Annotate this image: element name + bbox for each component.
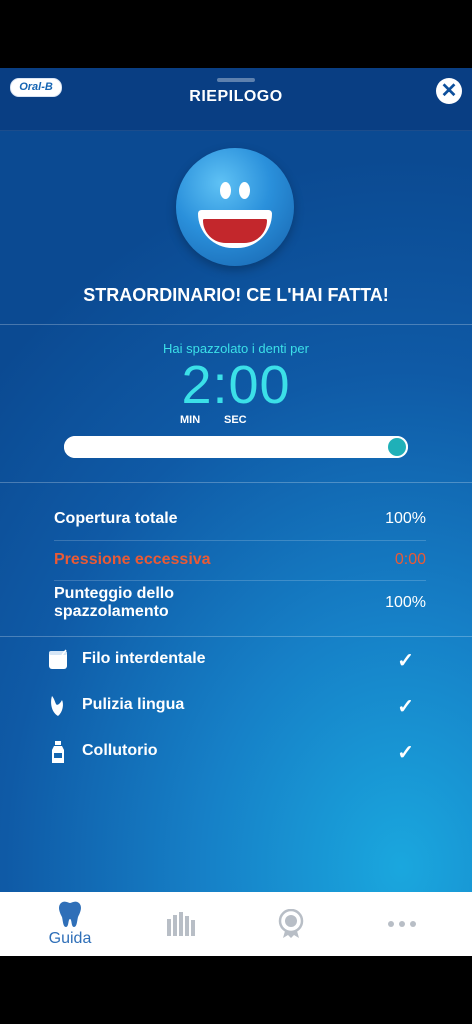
- tab-guida[interactable]: Guida: [11, 892, 129, 956]
- smiley-face-icon: [176, 148, 294, 266]
- stat-value: 100%: [385, 594, 426, 611]
- tab-achievements[interactable]: [232, 892, 350, 956]
- seconds-unit-label: SEC: [224, 414, 247, 426]
- close-button[interactable]: ✕: [436, 78, 462, 104]
- progress-fill: [64, 436, 408, 458]
- stat-label: Copertura totale: [54, 510, 178, 527]
- tongue-icon: [51, 696, 63, 716]
- divider: [54, 580, 426, 581]
- header: Oral-B RIEPILOGO ✕: [0, 68, 472, 131]
- stat-value: 100%: [385, 510, 426, 527]
- stat-row-pressure: Pressione eccessiva 0:00: [54, 551, 426, 569]
- floss-icon: [49, 649, 67, 669]
- checkmark-icon: ✓: [397, 696, 414, 718]
- bottom-tab-bar: Guida: [0, 892, 472, 956]
- task-row-floss[interactable]: Filo interdentale ✓: [48, 646, 414, 674]
- tooth-icon: [59, 901, 81, 927]
- minutes-unit-label: MIN: [180, 414, 201, 426]
- close-icon: ✕: [440, 80, 458, 102]
- task-label: Pulizia lingua: [82, 696, 185, 713]
- page-title: RIEPILOGO: [189, 88, 283, 105]
- progress-knob: [388, 438, 406, 456]
- stat-row-score: Punteggio dello spazzolamento 100%: [54, 585, 426, 621]
- brushing-time-label: Hai spazzolato i denti per: [163, 341, 309, 356]
- task-row-mouthwash[interactable]: Collutorio ✓: [48, 738, 414, 766]
- mouthwash-icon: [52, 741, 64, 763]
- tab-label: Guida: [48, 930, 92, 947]
- tab-more[interactable]: [343, 892, 461, 956]
- divider: [0, 636, 472, 637]
- checkmark-icon: ✓: [397, 650, 414, 672]
- stat-row-coverage: Copertura totale 100%: [54, 510, 426, 528]
- stat-label: Punteggio dello spazzolamento: [54, 585, 174, 620]
- divider: [0, 482, 472, 483]
- task-label: Filo interdentale: [82, 650, 206, 667]
- more-icon: [388, 921, 416, 927]
- brushing-time-value: 2:00: [181, 355, 291, 415]
- bar-chart-icon: [167, 912, 195, 936]
- divider: [0, 324, 472, 325]
- divider: [54, 540, 426, 541]
- task-row-tongue[interactable]: Pulizia lingua ✓: [48, 692, 414, 720]
- stat-value: 0:00: [394, 551, 426, 568]
- congrats-headline: STRAORDINARIO! CE L'HAI FATTA!: [83, 285, 389, 305]
- task-label: Collutorio: [82, 742, 158, 759]
- brushing-progress-bar: [64, 436, 408, 458]
- summary-screen: Oral-B RIEPILOGO ✕ STRAORDINARIO! CE L'H…: [0, 68, 472, 956]
- stat-label: Pressione eccessiva: [54, 551, 211, 568]
- checkmark-icon: ✓: [397, 742, 414, 764]
- tab-statistics[interactable]: [122, 892, 240, 956]
- sheet-grab-handle[interactable]: [217, 78, 255, 82]
- award-icon: [278, 909, 304, 938]
